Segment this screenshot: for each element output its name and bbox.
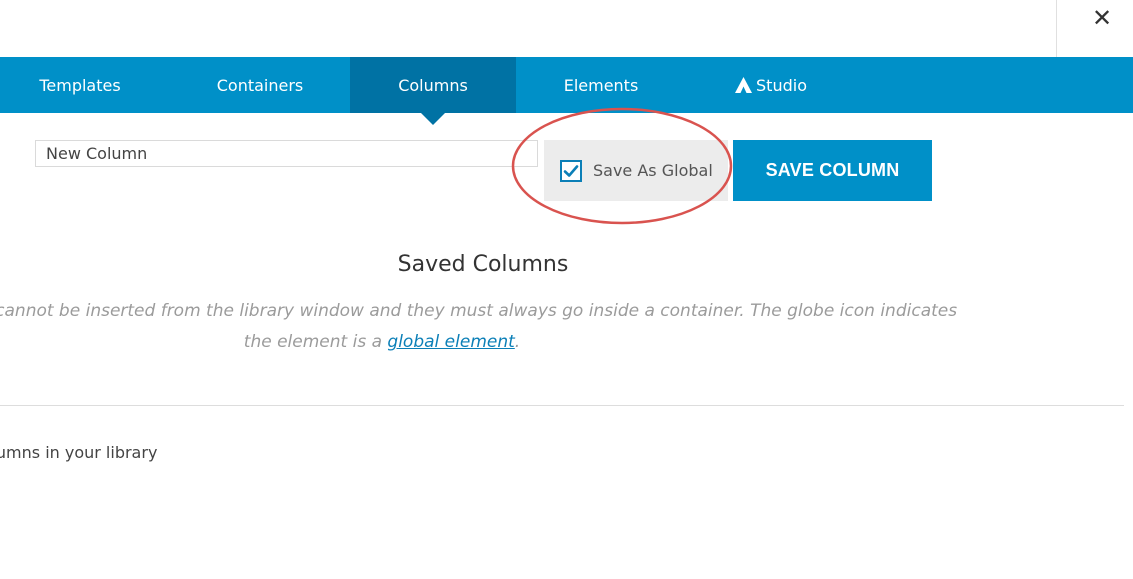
description-line-2: the element is a global element. — [0, 327, 1124, 358]
description-line-1: ed columns. Columns cannot be inserted f… — [0, 301, 958, 321]
save-as-global-checkbox[interactable] — [560, 159, 582, 182]
close-button[interactable]: ✕ — [1088, 4, 1116, 32]
empty-library-message: o columns in your library — [0, 443, 158, 462]
tab-label: Elements — [563, 75, 639, 95]
saved-columns-title: Saved Columns — [397, 252, 569, 277]
divider — [0, 405, 1124, 406]
modal-header: ✕ — [0, 0, 1133, 57]
close-icon: ✕ — [1091, 4, 1113, 32]
global-element-link[interactable]: global element — [387, 332, 514, 352]
studio-logo-icon — [735, 77, 753, 93]
column-name-input[interactable] — [35, 140, 538, 167]
tab-label: Columns — [398, 75, 468, 95]
close-area: ✕ — [1056, 0, 1133, 57]
save-as-global-option[interactable]: Save As Global — [544, 140, 728, 201]
description-end: . — [514, 332, 521, 352]
tab-containers[interactable]: Containers — [170, 57, 350, 113]
active-tab-indicator — [421, 113, 445, 125]
tab-bar: Templates Containers Columns Elements St… — [0, 57, 1133, 113]
save-column-button[interactable]: SAVE COLUMN — [733, 140, 932, 201]
checkmark-icon — [563, 164, 579, 177]
save-as-global-label: Save As Global — [593, 161, 713, 180]
tab-templates[interactable]: Templates — [0, 57, 160, 113]
tab-elements[interactable]: Elements — [516, 57, 686, 113]
tab-studio[interactable]: Studio — [686, 57, 856, 113]
tab-label: Templates — [39, 75, 121, 95]
saved-columns-description: ed columns. Columns cannot be inserted f… — [0, 296, 1124, 358]
tab-label: Studio — [756, 75, 807, 95]
tab-columns[interactable]: Columns — [350, 57, 516, 113]
library-modal: ✕ Templates Containers Columns Elements … — [0, 0, 1133, 579]
description-text: the element is a — [243, 332, 388, 352]
tab-label: Containers — [216, 75, 304, 95]
